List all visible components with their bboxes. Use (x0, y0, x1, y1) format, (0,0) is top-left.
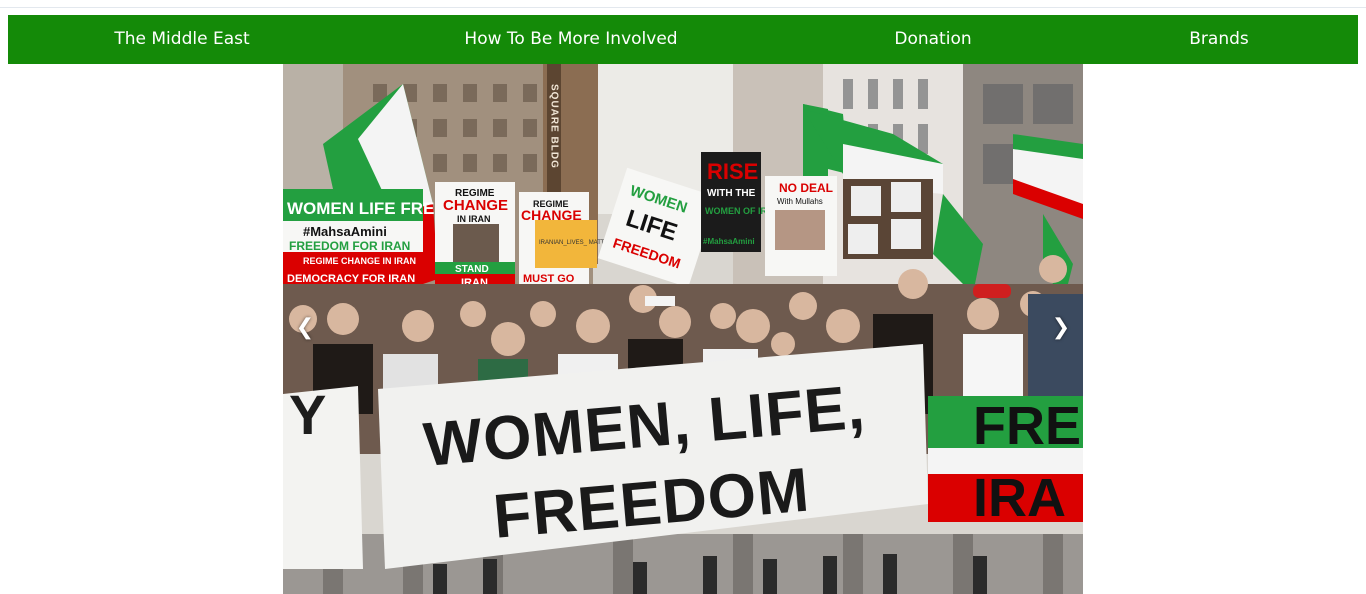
sign-in-iran: IN IRAN (457, 214, 491, 224)
sign-hashtag: #MahsaAmini (303, 224, 387, 239)
nav-item-how-to-be-involved[interactable]: How To Be More Involved (464, 15, 677, 64)
sign-freedom-for-iran: FREEDOM FOR IRAN (289, 239, 410, 253)
sign-democracy-for-iran: DEMOCRACY FOR IRAN (287, 273, 415, 285)
nav-item-donation[interactable]: Donation (894, 15, 971, 64)
sign-stand: STAND (455, 264, 489, 275)
sign-must-go: MUST GO (523, 273, 575, 285)
sign-with-the: WITH THE (707, 188, 756, 199)
sign-regime-change-iran: REGIME CHANGE IN IRAN (303, 256, 416, 266)
sign-no-deal: NO DEAL (779, 181, 833, 195)
right-banner-line-2: IRA (973, 468, 1066, 528)
sign-with-mullahs: With Mullahs (777, 197, 823, 206)
sign-change: CHANGE (443, 197, 508, 214)
previous-slide-button[interactable]: ❮ (291, 312, 319, 344)
nav-item-middle-east[interactable]: The Middle East (114, 15, 249, 64)
protest-photo: SQUARE BLDG WOMEN LIFE FREEDOM #MahsaAmi… (283, 64, 1083, 594)
right-banner-line-1: FRE (973, 396, 1081, 456)
svg-text:Y: Y (289, 383, 326, 446)
top-border (0, 0, 1366, 8)
image-slideshow: SQUARE BLDG WOMEN LIFE FREEDOM #MahsaAmi… (283, 64, 1083, 594)
next-slide-button[interactable]: ❯ (1047, 312, 1075, 344)
sign-mahsa-amini-2: #MahsaAmini (703, 237, 755, 246)
sign-rise: RISE (707, 159, 758, 184)
main-navbar: The Middle East How To Be More Involved … (8, 15, 1358, 64)
building-sign-text: SQUARE BLDG (549, 84, 560, 169)
nav-item-brands[interactable]: Brands (1189, 15, 1249, 64)
